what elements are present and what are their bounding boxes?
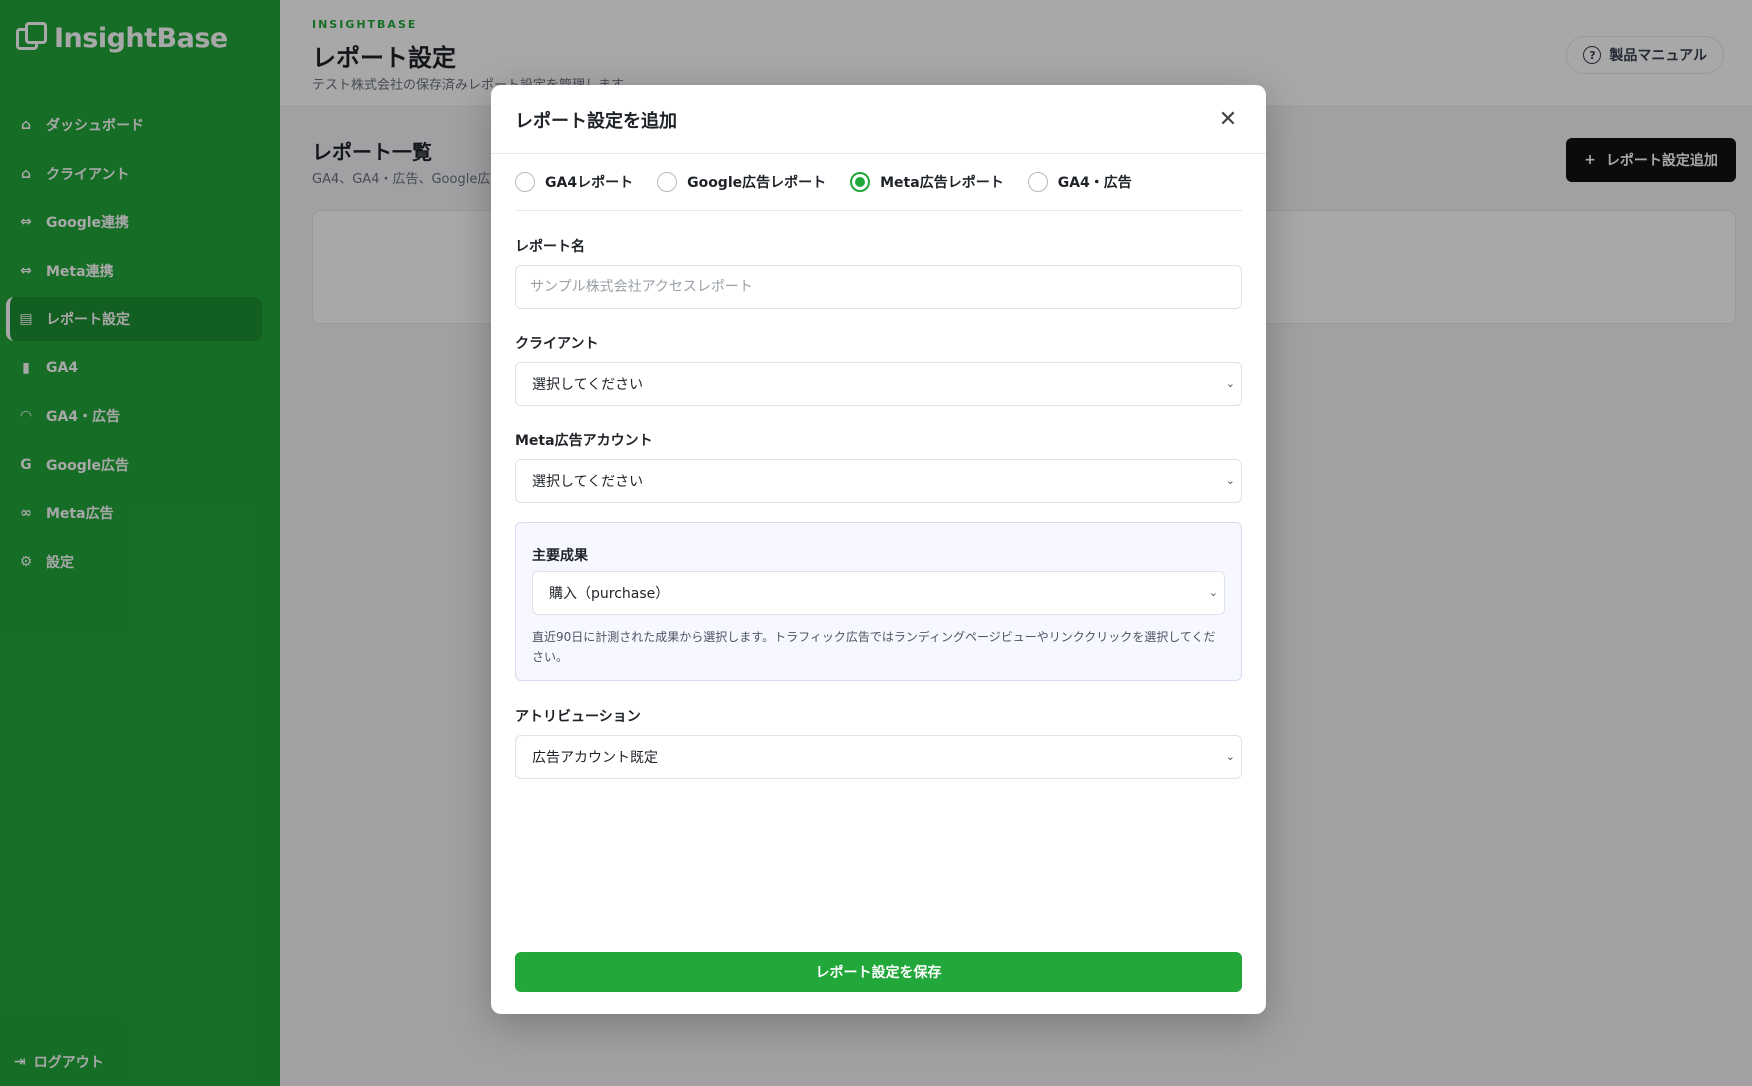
report-name-input[interactable] [515, 265, 1242, 309]
attribution-select-value: 広告アカウント既定 [532, 750, 658, 766]
radio-icon [1027, 172, 1048, 192]
chevron-down-icon: ⌄ [1225, 377, 1235, 390]
add-report-modal: レポート設定を追加 ✕ GA4レポート Google広告レポート Meta広告レ… [491, 85, 1266, 1014]
report-type-label: Google広告レポート [687, 175, 827, 191]
chevron-down-icon: ⌄ [1208, 586, 1218, 599]
chevron-down-icon: ⌄ [1225, 474, 1235, 487]
report-type-google-ads[interactable]: Google広告レポート [657, 171, 826, 193]
radio-icon [515, 172, 535, 192]
radio-checked-icon [850, 172, 871, 192]
client-label: クライアント [515, 336, 599, 352]
key-conversion-value: 購入（purchase） [549, 586, 670, 602]
report-type-selector: GA4レポート Google広告レポート Meta広告レポート GA4・広告 [515, 171, 1242, 211]
modal-header: レポート設定を追加 ✕ [491, 85, 1266, 154]
key-conversion-help: 直近90日に計測された成果から選択します。トラフィック広告ではランディングページ… [532, 630, 1216, 664]
save-button[interactable]: レポート設定を保存 [515, 952, 1242, 992]
close-icon: ✕ [1218, 106, 1238, 132]
modal-title: レポート設定を追加 [515, 111, 677, 132]
key-conversion-panel: 主要成果 購入（purchase） ⌄ 直近90日に計測された成果から選択します… [515, 522, 1242, 681]
report-type-label: GA4・広告 [1057, 175, 1132, 191]
radio-icon [657, 172, 678, 192]
report-type-label: Meta広告レポート [880, 175, 1004, 191]
meta-account-select[interactable]: 選択してください ⌄ [515, 459, 1242, 503]
client-select[interactable]: 選択してください ⌄ [515, 362, 1242, 406]
attribution-label: アトリビューション [515, 709, 641, 725]
key-conversion-label: 主要成果 [532, 548, 588, 564]
meta-account-select-value: 選択してください [532, 474, 644, 490]
report-type-ga4[interactable]: GA4レポート [515, 171, 633, 193]
meta-account-label: Meta広告アカウント [515, 433, 653, 449]
report-type-meta-ads[interactable]: Meta広告レポート [850, 171, 1004, 193]
client-select-value: 選択してください [532, 377, 644, 393]
close-button[interactable]: ✕ [1214, 105, 1242, 133]
key-conversion-select[interactable]: 購入（purchase） ⌄ [532, 571, 1225, 615]
report-type-label: GA4レポート [545, 175, 634, 191]
chevron-down-icon: ⌄ [1225, 750, 1235, 763]
report-type-ga4-ads[interactable]: GA4・広告 [1027, 171, 1132, 193]
report-name-label: レポート名 [515, 239, 585, 255]
attribution-select[interactable]: 広告アカウント既定 ⌄ [515, 735, 1242, 779]
